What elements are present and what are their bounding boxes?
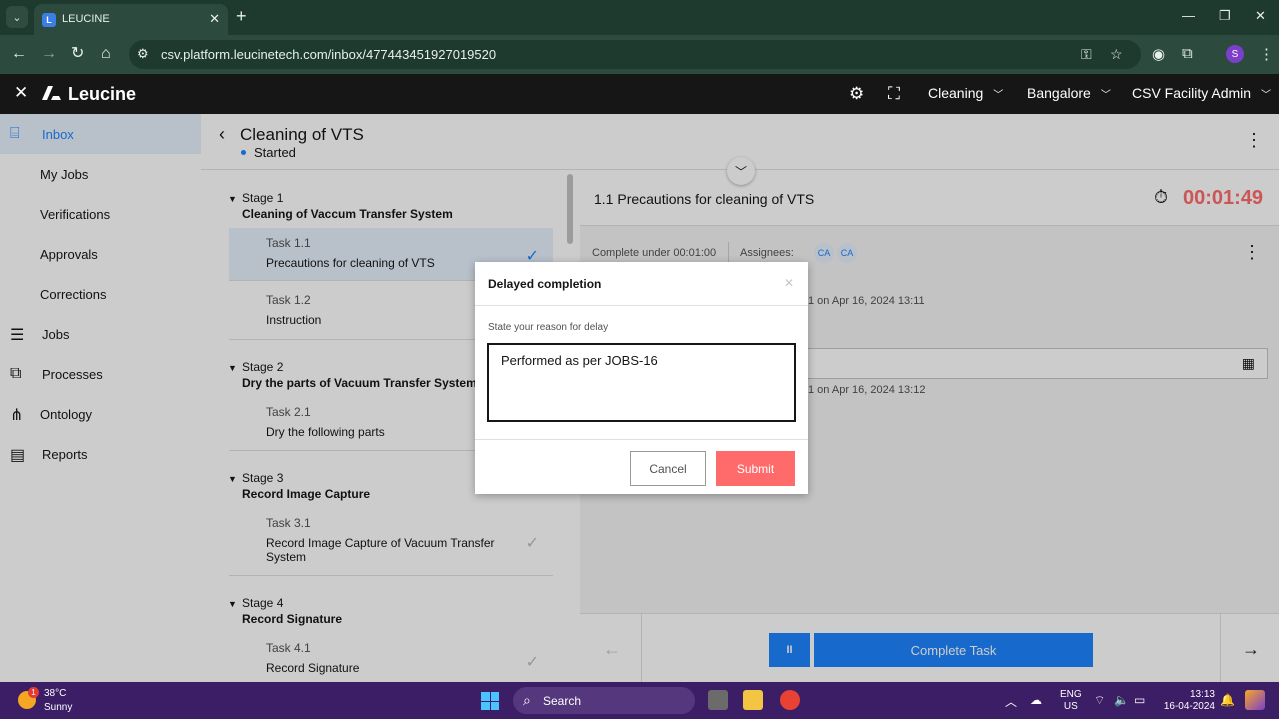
password-key-icon[interactable]: ⚿	[1081, 46, 1092, 63]
delay-reason-textarea[interactable]: Performed as per JOBS-16	[487, 343, 796, 422]
home-icon[interactable]: ⌂	[101, 45, 111, 63]
region-code: US	[1063, 701, 1078, 712]
new-tab-icon[interactable]: +	[236, 7, 247, 25]
settings-gear-icon[interactable]: ⚙	[849, 84, 864, 104]
weather-description[interactable]: Sunny	[44, 702, 72, 713]
user-role-label: CSV Facility Admin	[1132, 85, 1252, 101]
language-indicator[interactable]: ENG US	[1060, 689, 1082, 713]
submit-button[interactable]: Submit	[716, 451, 795, 486]
minimize-icon[interactable]: —	[1182, 8, 1195, 23]
system-clock[interactable]: 13:13 16-04-2024	[1161, 689, 1215, 713]
window-close-icon[interactable]: ✕	[1255, 8, 1266, 24]
task-view-icon[interactable]	[708, 690, 728, 710]
reload-icon[interactable]: ↻	[71, 45, 84, 63]
notification-bell-icon[interactable]: 🔔	[1220, 693, 1235, 707]
clock-time: 13:13	[1189, 689, 1215, 700]
user-role-select[interactable]: CSV Facility Admin ﹀	[1132, 85, 1271, 101]
app-logo-text: Leucine	[68, 84, 137, 104]
battery-icon[interactable]: ▭	[1134, 693, 1145, 707]
use-case-label: Cleaning	[928, 85, 984, 101]
scan-qr-icon[interactable]: ⛶	[888, 84, 900, 104]
modal-title: Delayed completion	[488, 277, 602, 291]
chevron-down-icon: ﹀	[993, 90, 1004, 101]
clock-date: 16-04-2024	[1163, 701, 1215, 712]
site-info-icon[interactable]: ⚙	[137, 46, 149, 62]
taskbar-search-label: Search	[543, 694, 582, 708]
profile-avatar[interactable]: S	[1226, 45, 1244, 63]
weather-badge: 1	[28, 687, 39, 698]
tab-search-icon[interactable]: ⌄	[6, 6, 28, 28]
browser-toolbar: ← → ↻ ⌂ ⚙ csv.platform.leucinetech.com/i…	[0, 35, 1279, 74]
browser-tab[interactable]: L LEUCINE ✕	[34, 4, 228, 35]
os-taskbar: 1 38°C Sunny ⌕ Search ︿ ☁ ENG US ⌔ 🔈 ▭ 1…	[0, 682, 1279, 719]
volume-muted-icon[interactable]: 🔈	[1114, 693, 1129, 707]
browser-menu-icon[interactable]: ⋮	[1259, 45, 1274, 63]
address-bar[interactable]: ⚙ csv.platform.leucinetech.com/inbox/477…	[129, 40, 1141, 69]
modal-close-icon[interactable]: ✕	[784, 276, 794, 290]
bookmark-star-icon[interactable]: ☆	[1110, 46, 1123, 63]
wifi-icon[interactable]: ⌔	[1094, 693, 1105, 708]
chrome-icon[interactable]	[780, 690, 800, 710]
modal-footer: Cancel Submit	[475, 439, 808, 494]
chevron-down-icon: ﹀	[1261, 90, 1272, 101]
restore-icon[interactable]: ❐	[1219, 8, 1231, 24]
taskbar-search[interactable]: ⌕ Search	[513, 687, 695, 714]
extensions-icon[interactable]: ⧉	[1182, 45, 1193, 62]
chevron-down-icon: ﹀	[1100, 90, 1111, 101]
back-icon[interactable]: ←	[11, 45, 27, 63]
onedrive-cloud-icon[interactable]: ☁	[1030, 693, 1042, 707]
search-icon: ⌕	[523, 692, 531, 708]
app-header: ✕ Leucine ⚙ ⛶ Cleaning ﹀ Bangalore ﹀ CSV F…	[0, 74, 1279, 114]
copilot-icon[interactable]	[1245, 690, 1265, 710]
leucine-logo-icon	[42, 86, 61, 100]
facility-label: Bangalore	[1027, 85, 1091, 101]
leucine-favicon-icon: L	[42, 13, 56, 27]
delayed-completion-modal: Delayed completion ✕ State your reason f…	[475, 262, 808, 494]
modal-header: Delayed completion ✕	[475, 262, 808, 306]
show-hidden-icons-icon[interactable]: ︿	[1005, 693, 1017, 710]
tab-close-icon[interactable]: ✕	[209, 11, 220, 27]
cancel-button[interactable]: Cancel	[630, 451, 706, 486]
facility-select[interactable]: Bangalore ﹀	[1027, 85, 1111, 101]
use-case-select[interactable]: Cleaning ﹀	[928, 85, 1003, 101]
close-icon[interactable]: ✕	[14, 83, 28, 103]
language-code: ENG	[1060, 689, 1082, 700]
weather-temperature[interactable]: 38°C	[44, 688, 66, 699]
browser-tab-bar: ⌄ L LEUCINE ✕ + — ❐ ✕	[0, 0, 1279, 35]
file-explorer-icon[interactable]	[743, 690, 763, 710]
url-text[interactable]: csv.platform.leucinetech.com/inbox/47744…	[161, 47, 496, 62]
windows-start-icon[interactable]	[481, 692, 499, 710]
forward-icon[interactable]: →	[41, 45, 57, 63]
tab-title: LEUCINE	[62, 13, 110, 25]
reason-label: State your reason for delay	[488, 322, 609, 333]
screenshot-icon[interactable]: ◉	[1152, 45, 1165, 63]
